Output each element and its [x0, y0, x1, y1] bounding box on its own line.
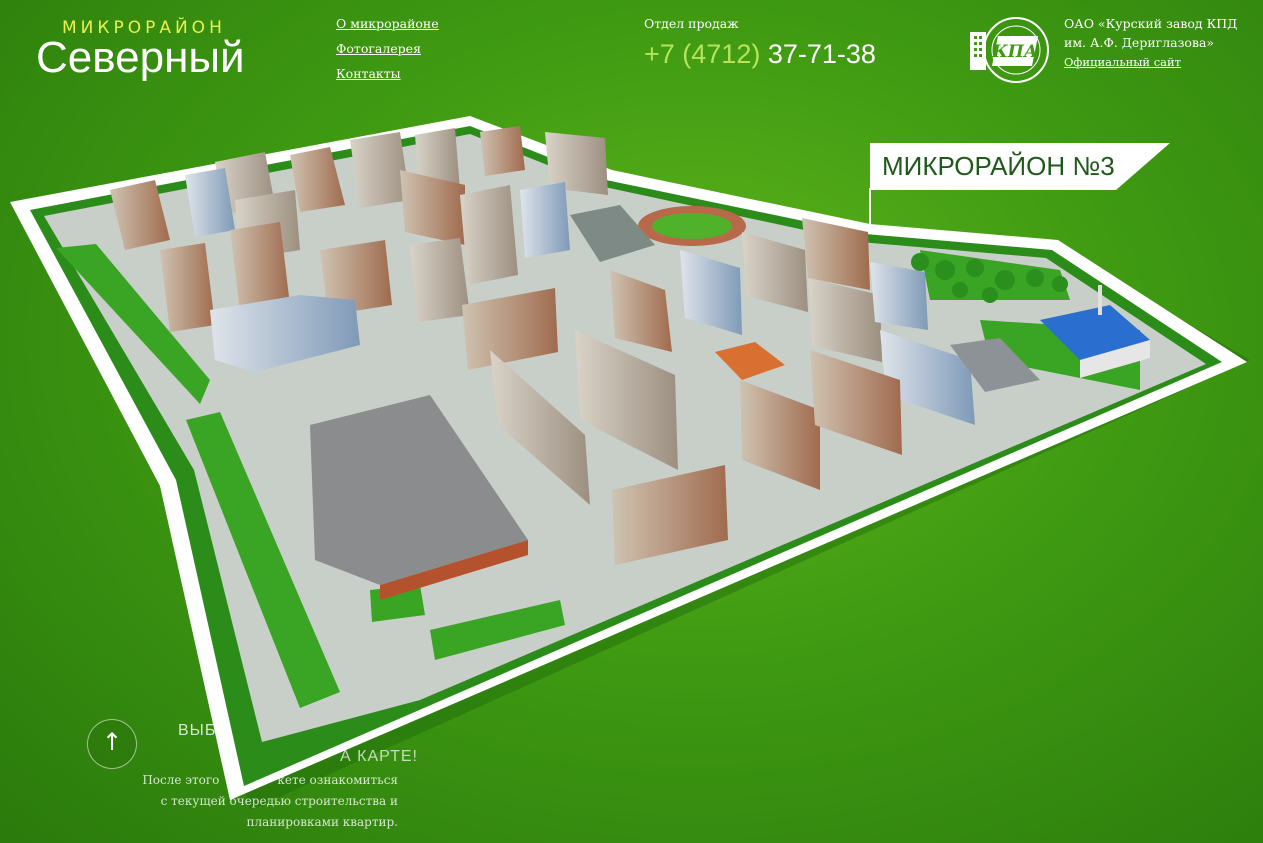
- official-site-link[interactable]: Официальный сайт: [1064, 55, 1181, 69]
- logo-text: КПА: [991, 42, 1037, 62]
- sales-label: Отдел продаж: [644, 16, 739, 31]
- sales-contact: Отдел продаж +7 (4712) 37-71-38: [644, 16, 876, 70]
- nav-link-gallery[interactable]: Фотогалерея: [336, 41, 439, 56]
- cta-description: После этого кете ознакомиться с текущей о…: [140, 770, 398, 833]
- main-nav: О микрорайоне Фотогалерея Контакты: [336, 16, 439, 91]
- cta-title: ВЫБ: [178, 722, 217, 739]
- brand[interactable]: МИКРОРАЙОН Северный: [36, 18, 245, 82]
- nav-link-about[interactable]: О микрорайоне: [336, 16, 439, 31]
- company-logo-icon[interactable]: КПА: [966, 14, 1052, 86]
- scroll-up-button[interactable]: ↑: [87, 719, 137, 769]
- sales-phone[interactable]: +7 (4712) 37-71-38: [644, 39, 876, 70]
- cta-text-line2: с текущей очередью строительства и: [160, 794, 398, 808]
- company-info: ОАО «Курский завод КПД им. А.Ф. Дериглаз…: [1064, 14, 1237, 72]
- company-name-line2: им. А.Ф. Дериглазова»: [1064, 35, 1215, 50]
- cta-text-line1b: кете ознакомиться: [277, 773, 398, 787]
- cta-text-line3: планировками квартир.: [246, 815, 398, 829]
- phone-number: 37-71-38: [767, 39, 876, 69]
- district-label-text: МИКРОРАЙОН №3: [882, 151, 1115, 181]
- brand-title: Северный: [36, 33, 245, 82]
- cta-title-line2: А КАРТЕ!: [340, 748, 418, 765]
- nav-link-contacts[interactable]: Контакты: [336, 66, 439, 81]
- phone-code: +7 (4712): [644, 39, 761, 69]
- cta-text-line1: После этого: [142, 773, 220, 787]
- district-map[interactable]: [0, 110, 1263, 810]
- district-label-pointer: [869, 188, 871, 230]
- arrow-up-icon: ↑: [101, 728, 123, 756]
- company-name-line1: ОАО «Курский завод КПД: [1064, 16, 1238, 31]
